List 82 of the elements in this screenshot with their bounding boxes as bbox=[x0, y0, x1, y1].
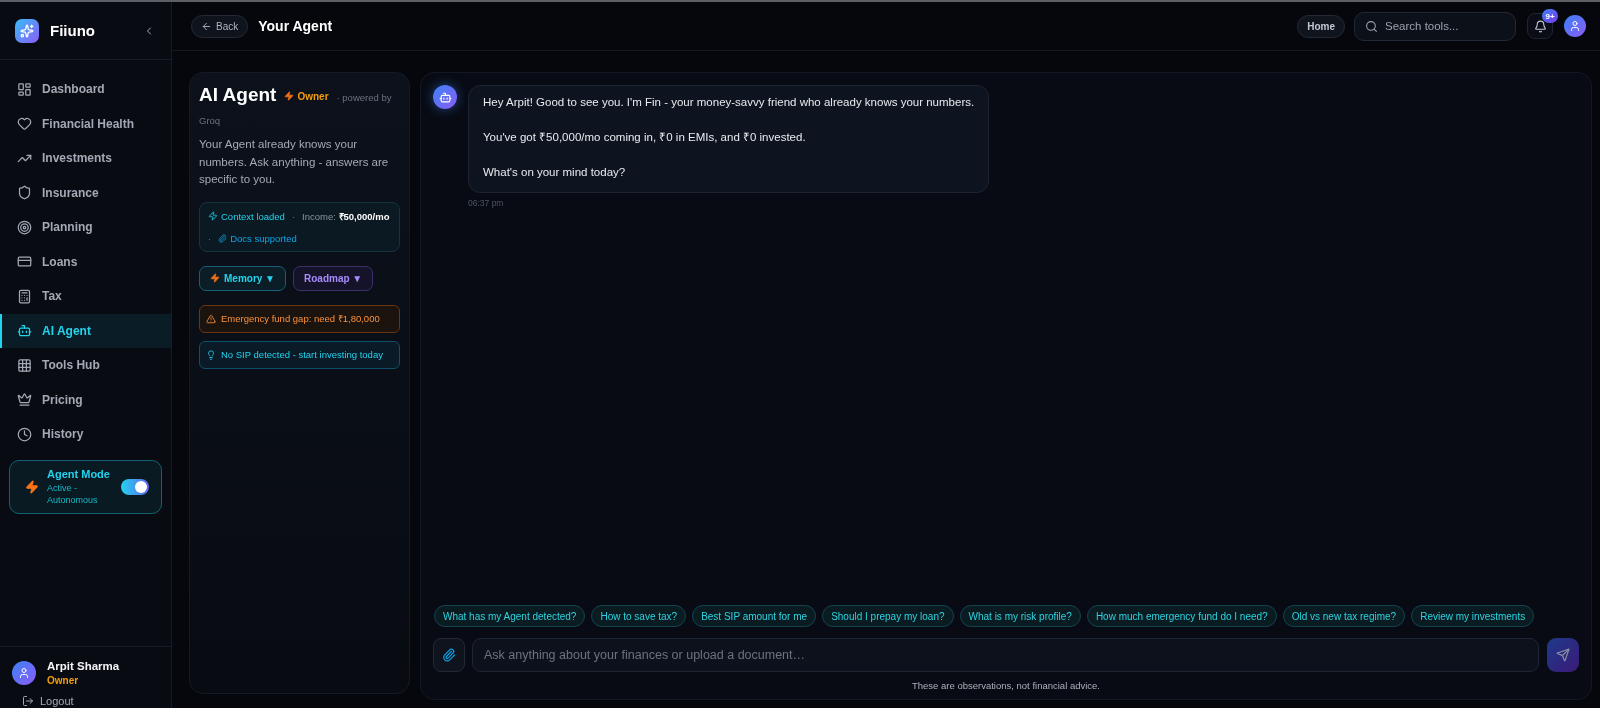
shield-icon bbox=[17, 185, 32, 201]
message-time: 06:37 pm bbox=[468, 197, 505, 208]
agent-description: Your Agent already knows your numbers. Ask anything - answers are specific to you. bbox=[199, 137, 390, 187]
separator-dot: · bbox=[291, 210, 296, 222]
nav-item[interactable]: Loans bbox=[0, 244, 171, 279]
alert-text: No SIP detected - start investing today bbox=[221, 349, 383, 360]
message-text: You've got ₹50,000/mo coming in, ₹0 in EMIs, and ₹0 invested. bbox=[483, 130, 807, 145]
memory-button[interactable]: Memory ▼ bbox=[199, 265, 287, 291]
nav-item[interactable]: Investments bbox=[0, 141, 171, 176]
home-button[interactable]: Home bbox=[1297, 14, 1345, 38]
profile-button[interactable] bbox=[1564, 15, 1586, 37]
send-button[interactable] bbox=[1547, 638, 1579, 672]
alert-text: Emergency fund gap: need ₹1,80,000 bbox=[221, 312, 380, 325]
target-icon bbox=[17, 219, 32, 235]
user-name: Arpit Sharma bbox=[47, 660, 120, 672]
message-input[interactable]: Ask anything about your finances or upload a document… bbox=[472, 638, 1539, 672]
agent-mode-status: Active - Autonomous bbox=[47, 481, 99, 506]
nav-item[interactable]: Tax bbox=[0, 279, 171, 314]
separator-dot: · bbox=[208, 232, 212, 244]
suggestion-chip[interactable]: What has my Agent detected? bbox=[434, 605, 586, 627]
search-icon bbox=[1365, 19, 1378, 33]
nav-item[interactable]: History bbox=[0, 417, 171, 452]
layout-icon bbox=[17, 81, 32, 97]
suggestion-chip[interactable]: How to save tax? bbox=[591, 605, 687, 627]
bolt-icon bbox=[25, 479, 39, 494]
bolt-icon bbox=[210, 273, 220, 283]
powered-by-text: · powered by bbox=[336, 92, 392, 103]
paperclip-icon bbox=[218, 233, 228, 243]
bolt-icon bbox=[284, 91, 295, 101]
disclaimer-text: These are observations, not financial advice. bbox=[911, 680, 1101, 691]
roadmap-button[interactable]: Roadmap ▼ bbox=[293, 265, 374, 291]
sparkles-logo-icon bbox=[15, 18, 39, 43]
nav-item[interactable]: Planning bbox=[0, 210, 171, 245]
notification-badge: 9+ bbox=[1542, 9, 1558, 23]
warning-icon bbox=[206, 313, 216, 324]
suggestion-chip[interactable]: Old vs new tax regime? bbox=[1282, 605, 1406, 627]
nav-item[interactable]: AI Agent bbox=[0, 313, 171, 348]
agent-mode-toggle[interactable] bbox=[121, 478, 149, 495]
clock-icon bbox=[17, 426, 32, 442]
agent-mode-title: Agent Mode bbox=[47, 467, 110, 480]
message-text: Hey Arpit! Good to see you. I'm Fin - your money-savvy friend who already knows your numbers. bbox=[483, 95, 975, 110]
provider-name: Groq bbox=[199, 115, 222, 126]
owner-label: Owner bbox=[297, 90, 329, 102]
agent-title: AI Agent bbox=[199, 84, 277, 106]
suggestion-chip[interactable]: Best SIP amount for me bbox=[692, 605, 817, 627]
robot-icon bbox=[17, 323, 32, 339]
back-button[interactable]: Back bbox=[191, 14, 249, 38]
suggestion-chip[interactable]: Review my investments bbox=[1411, 605, 1535, 627]
arrow-left-icon bbox=[201, 20, 212, 32]
suggestion-chip[interactable]: What is my risk profile? bbox=[959, 605, 1081, 627]
grid-icon bbox=[17, 357, 32, 373]
income-text: Income: ₹50,000/mo bbox=[302, 209, 390, 223]
notifications-button[interactable] bbox=[1527, 13, 1553, 39]
attach-button[interactable] bbox=[433, 638, 465, 672]
user-icon bbox=[1569, 20, 1581, 32]
bell-icon bbox=[1533, 19, 1547, 33]
bolt-icon bbox=[208, 211, 218, 221]
nav-item[interactable]: Pricing bbox=[0, 382, 171, 417]
card-icon bbox=[17, 254, 32, 270]
nav-item[interactable]: Dashboard bbox=[0, 72, 171, 107]
nav-item[interactable]: Financial Health bbox=[0, 106, 171, 141]
crown-icon bbox=[17, 392, 32, 408]
nav-item[interactable]: Insurance bbox=[0, 175, 171, 210]
docs-status: Docs supported bbox=[230, 232, 297, 244]
lightbulb-icon bbox=[206, 349, 216, 360]
bot-avatar-icon bbox=[433, 85, 457, 109]
brand-name: Fiiuno bbox=[50, 22, 95, 39]
nav-item[interactable]: Tools Hub bbox=[0, 348, 171, 383]
calculator-icon bbox=[17, 288, 32, 304]
search-field[interactable]: Search tools... bbox=[1354, 11, 1516, 41]
suggestion-chip[interactable]: How much emergency fund do I need? bbox=[1086, 605, 1277, 627]
logout-icon bbox=[22, 695, 34, 707]
logout-button[interactable]: Logout bbox=[22, 694, 74, 708]
page-title: Your Agent bbox=[258, 18, 333, 34]
context-status: Context loaded bbox=[221, 210, 285, 222]
message-text: What's on your mind today? bbox=[483, 165, 627, 180]
heart-icon bbox=[17, 116, 32, 132]
send-icon bbox=[1556, 648, 1570, 662]
user-avatar-icon bbox=[12, 661, 36, 685]
paperclip-icon bbox=[442, 648, 456, 662]
suggestion-chip[interactable]: Should I prepay my loan? bbox=[822, 605, 954, 627]
user-role: Owner bbox=[47, 675, 80, 686]
